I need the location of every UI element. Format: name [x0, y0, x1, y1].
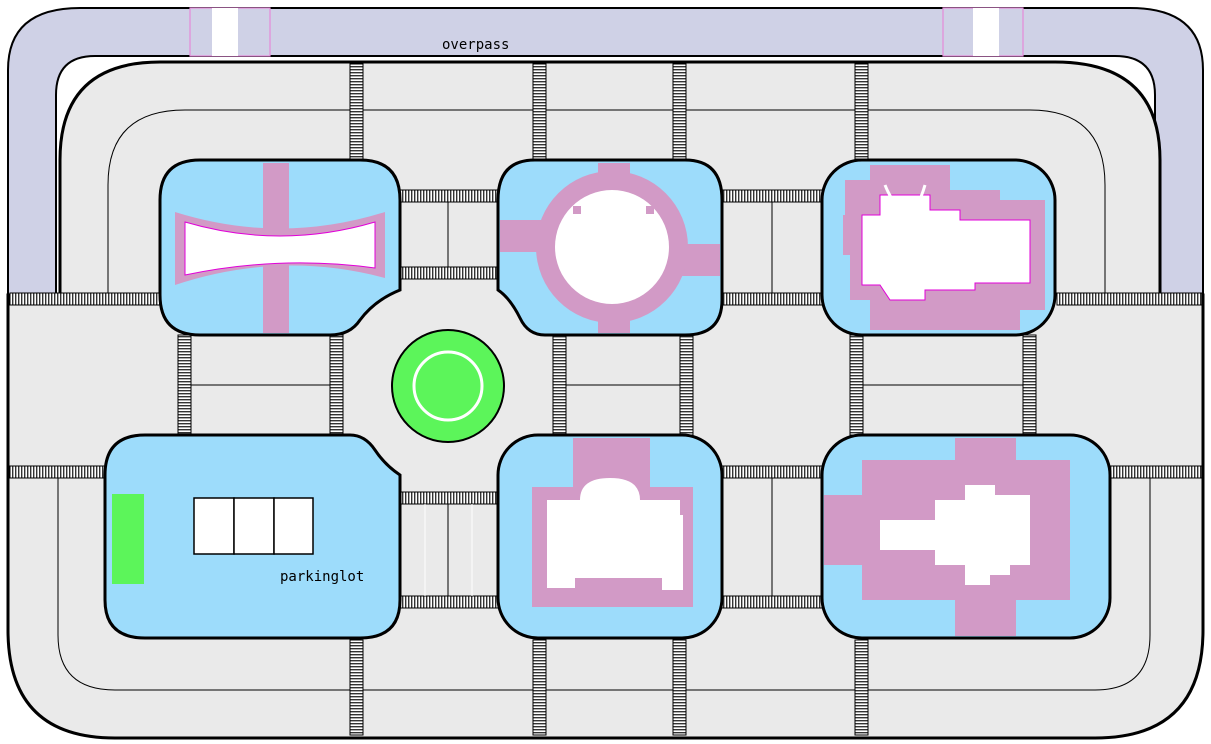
parking-space	[233, 497, 275, 555]
parking-green-area	[112, 494, 144, 584]
roundabout	[391, 329, 505, 443]
block-bottom-right	[820, 433, 1112, 640]
parking-spaces	[193, 497, 314, 555]
block-top-middle	[496, 158, 724, 337]
block-parkinglot: parkinglot	[103, 433, 402, 640]
block-bottom-middle	[496, 433, 724, 640]
parking-space	[193, 497, 235, 555]
overpass-label: overpass	[442, 37, 509, 53]
parking-space	[273, 497, 314, 555]
block-top-left	[158, 158, 402, 337]
city-map: parkinglot overpass	[6, 7, 1205, 740]
parkinglot-label: parkinglot	[280, 569, 364, 585]
block-top-right	[820, 158, 1057, 337]
